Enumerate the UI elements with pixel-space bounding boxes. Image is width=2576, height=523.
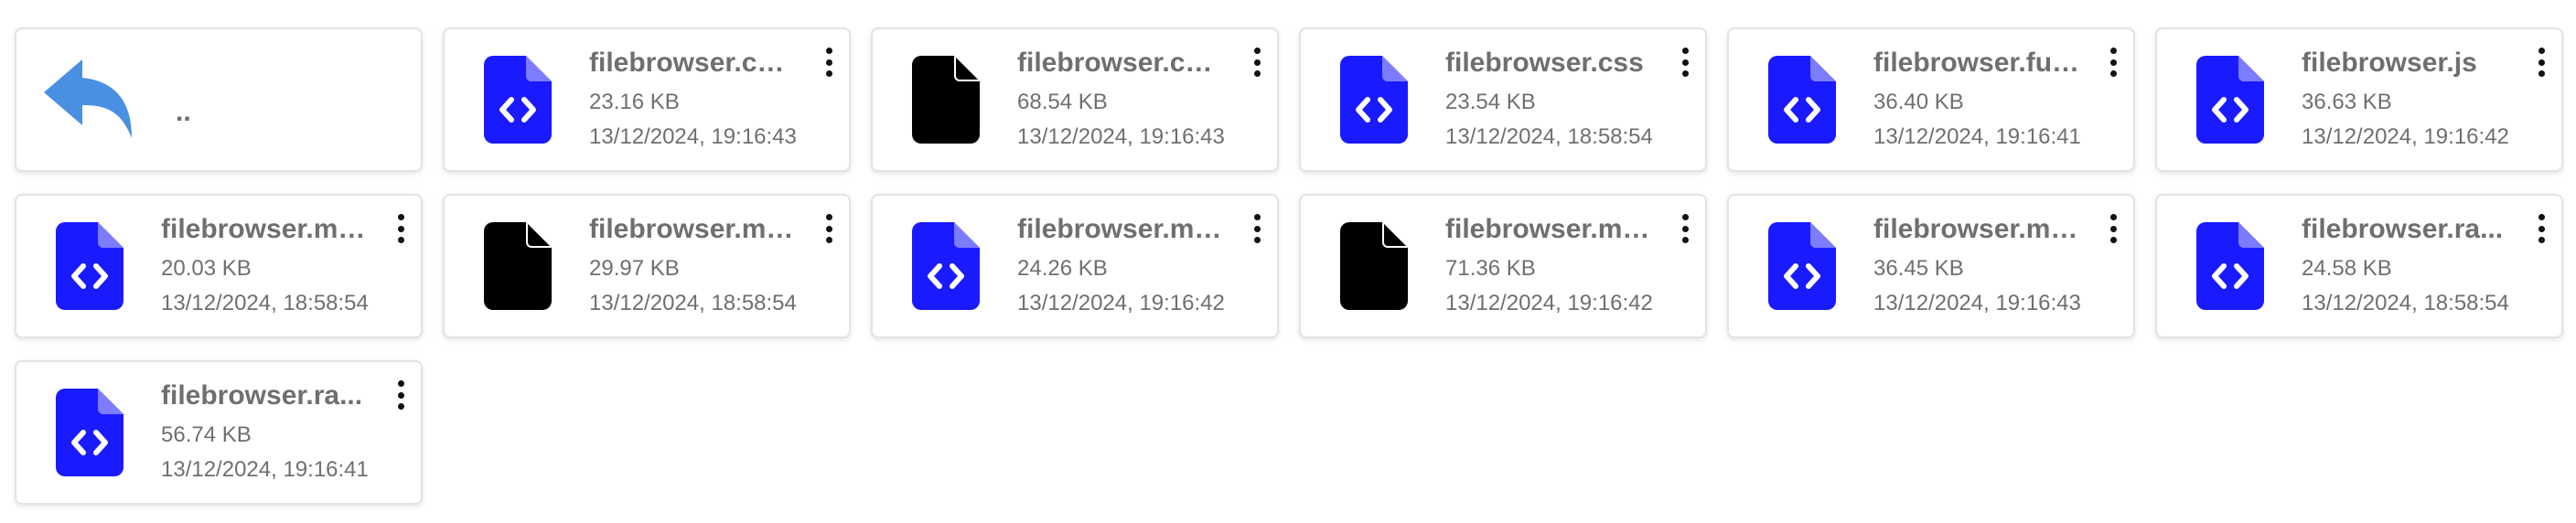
file-name: filebrowser.ra...	[2302, 214, 2504, 244]
file-modified: 13/12/2024, 19:16:42	[1445, 291, 1653, 315]
file-name: filebrowser.min...	[1445, 214, 1652, 244]
file-size: 56.74 KB	[161, 422, 252, 447]
parent-directory-label: ..	[176, 97, 191, 127]
file-name: filebrowser.js	[2302, 48, 2477, 78]
file-modified: 13/12/2024, 18:58:54	[589, 291, 797, 315]
file-item-4[interactable]: filebrowser.full... 36.40 KB 13/12/2024,…	[1727, 27, 2135, 172]
file-size: 36.40 KB	[1873, 90, 1964, 114]
more-options-icon[interactable]	[1676, 46, 1694, 79]
file-item-11[interactable]: filebrowser.ra... 24.58 KB 13/12/2024, 1…	[2155, 194, 2563, 338]
file-size: 68.54 KB	[1017, 90, 1108, 114]
file-name: filebrowser.co...	[1017, 48, 1224, 78]
file-size: 24.58 KB	[2302, 256, 2392, 281]
more-options-icon[interactable]	[1248, 212, 1266, 245]
file-info: filebrowser.mo... 36.45 KB 13/12/2024, 1…	[1873, 211, 2081, 321]
parent-directory-item[interactable]: ..	[15, 27, 423, 172]
file-name: filebrowser.mo...	[1873, 214, 2080, 244]
more-options-icon[interactable]	[820, 212, 838, 245]
file-size: 24.26 KB	[1017, 256, 1108, 281]
more-options-icon[interactable]	[2532, 212, 2550, 245]
more-options-icon[interactable]	[1676, 212, 1694, 245]
file-info: filebrowser.mi... 24.26 KB 13/12/2024, 1…	[1017, 211, 1225, 321]
file-info: filebrowser.mi... 20.03 KB 13/12/2024, 1…	[161, 211, 369, 321]
file-modified: 13/12/2024, 19:16:42	[1017, 291, 1225, 315]
file-item-12[interactable]: filebrowser.ra... 56.74 KB 13/12/2024, 1…	[15, 360, 423, 505]
file-name: filebrowser.ra...	[161, 380, 363, 411]
file-item-2[interactable]: filebrowser.co... 68.54 KB 13/12/2024, 1…	[871, 27, 1279, 172]
file-modified: 13/12/2024, 18:58:54	[161, 291, 369, 315]
more-options-icon[interactable]	[392, 379, 410, 411]
file-info: filebrowser.css 23.54 KB 13/12/2024, 18:…	[1445, 45, 1653, 155]
file-item-8[interactable]: filebrowser.mi... 24.26 KB 13/12/2024, 1…	[871, 194, 1279, 338]
file-modified: 13/12/2024, 19:16:43	[1873, 291, 2081, 315]
file-size: 20.03 KB	[161, 256, 252, 281]
code-file-icon	[51, 219, 128, 314]
blank-file-icon	[479, 219, 556, 314]
file-modified: 13/12/2024, 18:58:54	[2302, 291, 2509, 315]
file-modified: 13/12/2024, 19:16:41	[161, 457, 369, 482]
file-name: filebrowser.co...	[589, 48, 796, 78]
more-options-icon[interactable]	[392, 212, 410, 245]
file-name: filebrowser.mi...	[161, 214, 368, 244]
file-info: filebrowser.full... 36.40 KB 13/12/2024,…	[1873, 45, 2081, 155]
file-item-3[interactable]: filebrowser.css 23.54 KB 13/12/2024, 18:…	[1299, 27, 1707, 172]
file-name: filebrowser.min...	[589, 214, 796, 244]
code-file-icon	[2192, 52, 2269, 147]
file-size: 71.36 KB	[1445, 256, 1536, 281]
file-grid: .. filebrowser.co... 23.16 KB 13/12/2024…	[15, 27, 2563, 505]
file-modified: 13/12/2024, 19:16:42	[2302, 124, 2509, 149]
more-options-icon[interactable]	[820, 46, 838, 79]
file-info: filebrowser.ra... 24.58 KB 13/12/2024, 1…	[2302, 211, 2509, 321]
file-size: 29.97 KB	[589, 256, 680, 281]
file-name: filebrowser.css	[1445, 48, 1644, 78]
file-item-10[interactable]: filebrowser.mo... 36.45 KB 13/12/2024, 1…	[1727, 194, 2135, 338]
file-item-7[interactable]: filebrowser.min... 29.97 KB 13/12/2024, …	[443, 194, 851, 338]
file-item-1[interactable]: filebrowser.co... 23.16 KB 13/12/2024, 1…	[443, 27, 851, 172]
file-item-9[interactable]: filebrowser.min... 71.36 KB 13/12/2024, …	[1299, 194, 1707, 338]
more-options-icon[interactable]	[2104, 46, 2122, 79]
file-size: 36.45 KB	[1873, 256, 1964, 281]
more-options-icon[interactable]	[1248, 46, 1266, 79]
code-file-icon	[1336, 52, 1412, 147]
file-info: filebrowser.js 36.63 KB 13/12/2024, 19:1…	[2302, 45, 2509, 155]
file-info: filebrowser.min... 71.36 KB 13/12/2024, …	[1445, 211, 1653, 321]
file-info: filebrowser.min... 29.97 KB 13/12/2024, …	[589, 211, 797, 321]
file-modified: 13/12/2024, 18:58:54	[1445, 124, 1653, 149]
file-item-6[interactable]: filebrowser.mi... 20.03 KB 13/12/2024, 1…	[15, 194, 423, 338]
file-name: filebrowser.full...	[1873, 48, 2080, 78]
code-file-icon	[2192, 219, 2269, 314]
file-info: filebrowser.co... 23.16 KB 13/12/2024, 1…	[589, 45, 797, 155]
file-modified: 13/12/2024, 19:16:43	[1017, 124, 1225, 149]
code-file-icon	[51, 385, 128, 480]
file-size: 23.16 KB	[589, 90, 680, 114]
more-options-icon[interactable]	[2532, 46, 2550, 79]
file-size: 36.63 KB	[2302, 90, 2392, 114]
file-modified: 13/12/2024, 19:16:43	[589, 124, 797, 149]
file-info: filebrowser.co... 68.54 KB 13/12/2024, 1…	[1017, 45, 1225, 155]
back-arrow-icon	[42, 52, 143, 147]
blank-file-icon	[907, 52, 984, 147]
code-file-icon	[1764, 219, 1841, 314]
file-size: 23.54 KB	[1445, 90, 1536, 114]
code-file-icon	[907, 219, 984, 314]
more-options-icon[interactable]	[2104, 212, 2122, 245]
file-modified: 13/12/2024, 19:16:41	[1873, 124, 2081, 149]
code-file-icon	[1764, 52, 1841, 147]
blank-file-icon	[1336, 219, 1412, 314]
file-item-5[interactable]: filebrowser.js 36.63 KB 13/12/2024, 19:1…	[2155, 27, 2563, 172]
file-info: filebrowser.ra... 56.74 KB 13/12/2024, 1…	[161, 378, 369, 487]
code-file-icon	[479, 52, 556, 147]
file-name: filebrowser.mi...	[1017, 214, 1224, 244]
